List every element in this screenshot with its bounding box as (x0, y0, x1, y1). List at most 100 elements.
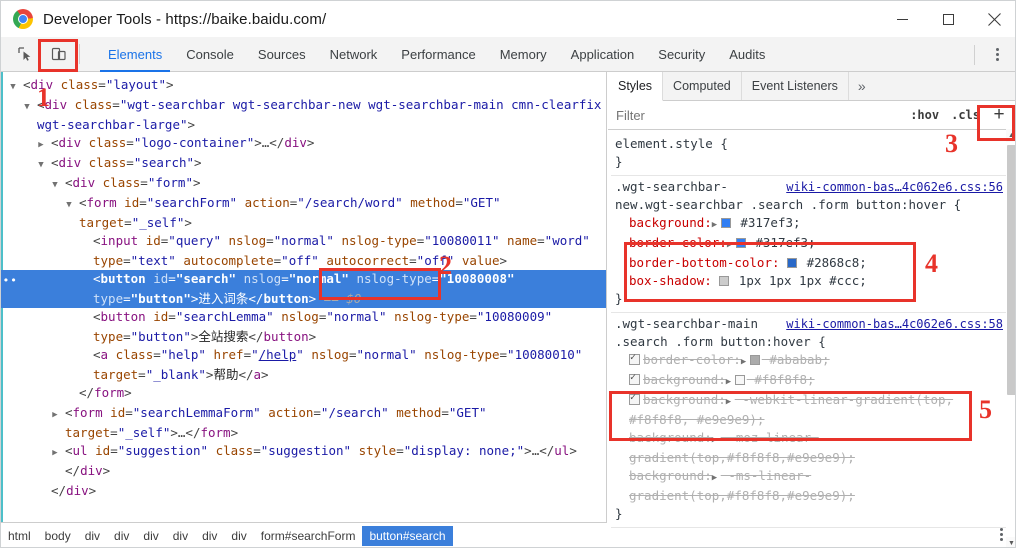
styles-scroll-up-icon[interactable]: ▲ (1006, 129, 1015, 142)
declaration-value[interactable]: #ababab; (762, 352, 829, 367)
breadcrumb-item[interactable]: div (166, 526, 195, 546)
color-swatch[interactable] (787, 258, 798, 268)
declaration-value[interactable]: #317ef3; (733, 215, 800, 230)
declaration-checkbox[interactable] (629, 352, 640, 365)
declaration-name[interactable]: background: (643, 392, 726, 407)
dom-tree-pane[interactable]: ▼ <div class="layout"> ▼ <div class="wgt-se… (1, 72, 607, 522)
dom-node[interactable]: ▼ <div class="search"> (1, 154, 606, 174)
dom-tree-code[interactable]: ▼ <div class="layout"> ▼ <div class="wgt-se… (1, 72, 606, 502)
styles-rules-list[interactable]: element.style {} wiki-common-bas…4c062e6.… (608, 130, 1015, 547)
dom-node[interactable]: ▶ <ul id="suggestion" class="suggestion" … (1, 442, 606, 462)
declaration-checkbox[interactable] (629, 392, 640, 405)
breadcrumb[interactable]: html body div div div div div div form#searchFor… (1, 522, 607, 547)
dom-node[interactable]: ▶</form> (1, 384, 606, 404)
dom-node[interactable]: ▶ <div class="logo-container">…</div> (1, 134, 606, 154)
css-declaration[interactable]: box-shadow: 1px 1px 1px #ccc; (615, 272, 1003, 290)
tab-computed[interactable]: Computed (663, 72, 742, 100)
expand-triangle-icon[interactable]: ▶ (52, 406, 65, 424)
declaration-value[interactable]: #2868c8; (799, 255, 867, 270)
dom-node[interactable]: ▼ <form id="searchForm" action="/search/w… (1, 194, 606, 232)
color-swatch[interactable] (720, 218, 731, 228)
close-button[interactable] (971, 1, 1015, 37)
collapse-triangle-icon[interactable]: ▼ (66, 196, 79, 214)
chevron-double-right-icon[interactable]: » (849, 72, 875, 100)
styles-more-icon[interactable] (1000, 528, 1003, 541)
tab-performance[interactable]: Performance (389, 37, 487, 72)
toggle-device-toolbar-icon[interactable] (45, 40, 73, 68)
styles-scrollbar[interactable]: ▲ ▼ (1006, 129, 1015, 547)
breadcrumb-item[interactable]: div (136, 526, 165, 546)
dom-node[interactable]: ▶</div> (1, 482, 606, 502)
dom-node[interactable]: ▼ <div class="layout"> (1, 76, 606, 96)
tab-application[interactable]: Application (559, 37, 647, 72)
declaration-name[interactable]: background: (629, 430, 712, 445)
css-declaration[interactable]: border-color:▶ #ababab; (615, 351, 1003, 371)
dom-node-selected[interactable]: •••▶<button id="search" nslog="normal" n… (1, 270, 606, 308)
declaration-name[interactable]: border-color: (643, 352, 741, 367)
expand-triangle-icon[interactable]: ▶ (741, 353, 750, 371)
declaration-name[interactable]: border-bottom-color: (629, 255, 780, 270)
declaration-name[interactable]: background: (643, 372, 726, 387)
declaration-name[interactable]: background: (629, 468, 712, 483)
expand-triangle-icon[interactable]: ▶ (712, 431, 721, 449)
css-selector[interactable]: element.style { (615, 135, 1003, 153)
declaration-checkbox[interactable] (629, 372, 640, 385)
css-rule[interactable]: wiki-common-bas…4c062e6.css:56 .wgt-searc… (611, 176, 1015, 313)
breadcrumb-item[interactable]: body (38, 526, 78, 546)
dom-node[interactable]: ▶<button id="searchLemma" nslog="normal"… (1, 308, 606, 346)
dom-node[interactable]: ▶<a class="help" href="/help" nslog="nor… (1, 346, 606, 384)
tab-elements[interactable]: Elements (96, 37, 174, 72)
css-declaration[interactable]: background:▶ -moz-linear-gradient(top,#f… (615, 429, 1003, 467)
dom-node[interactable]: ▼ <div class="wgt-searchbar wgt-searchbar… (1, 96, 606, 134)
color-swatch[interactable] (719, 276, 730, 286)
color-swatch[interactable] (749, 355, 760, 365)
dom-node[interactable]: ▶</div> (1, 462, 606, 482)
breadcrumb-item[interactable]: div (224, 526, 253, 546)
breadcrumb-item[interactable]: form#searchForm (254, 526, 363, 546)
expand-triangle-icon[interactable]: ▶ (712, 469, 721, 487)
css-declaration[interactable]: background:▶ #f8f8f8; (615, 371, 1003, 391)
declaration-value[interactable]: #317ef3; (748, 235, 815, 250)
breadcrumb-item[interactable]: div (78, 526, 107, 546)
tab-memory[interactable]: Memory (488, 37, 559, 72)
filter-input[interactable] (608, 106, 905, 124)
expand-triangle-icon[interactable]: ▶ (726, 373, 735, 391)
cls-toggle-button[interactable]: .cls (945, 106, 986, 124)
tab-audits[interactable]: Audits (717, 37, 777, 72)
css-selector[interactable]: wiki-common-bas…4c062e6.css:58 .wgt-searc… (615, 315, 1003, 351)
declaration-name[interactable]: box-shadow: (629, 273, 712, 288)
css-declaration[interactable]: border-color:▶ #317ef3; (615, 234, 1003, 254)
css-rule[interactable]: element.style {} (611, 133, 1015, 176)
dom-node[interactable]: ▶ <form id="searchLemmaForm" action="/sea… (1, 404, 606, 442)
tab-event-listeners[interactable]: Event Listeners (742, 72, 849, 100)
css-declaration[interactable]: background:▶ -webkit-linear-gradient(top… (615, 391, 1003, 429)
declaration-value[interactable]: #f8f8f8; (747, 372, 814, 387)
expand-triangle-icon[interactable]: ▶ (52, 444, 65, 462)
maximize-button[interactable] (925, 1, 971, 37)
hov-toggle-button[interactable]: :hov (904, 106, 945, 124)
expand-triangle-icon[interactable]: ▶ (712, 216, 721, 234)
css-declaration[interactable]: background:▶ -ms-linear-gradient(top,#f8… (615, 467, 1003, 505)
color-swatch[interactable] (735, 238, 746, 248)
css-declaration[interactable]: background:▶ #317ef3; (615, 214, 1003, 234)
collapse-triangle-icon[interactable]: ▼ (38, 156, 51, 174)
expand-triangle-icon[interactable]: ▶ (38, 136, 51, 154)
collapse-triangle-icon[interactable]: ▼ (52, 176, 65, 194)
breadcrumb-item[interactable]: html (1, 526, 38, 546)
expand-triangle-icon[interactable]: ▶ (726, 393, 735, 411)
plus-icon[interactable]: + (986, 103, 1012, 127)
dom-node[interactable]: ▶<input id="query" nslog="normal" nslog-… (1, 232, 606, 270)
declaration-name[interactable]: background: (629, 215, 712, 230)
css-rule[interactable]: wiki-common-bas…4c062e6.css:58 .wgt-searc… (611, 313, 1015, 528)
more-options-icon[interactable] (985, 37, 1009, 72)
expand-triangle-icon[interactable]: ▶ (727, 236, 736, 254)
inspect-element-icon[interactable] (11, 40, 39, 68)
breadcrumb-item[interactable]: div (195, 526, 224, 546)
breadcrumb-item[interactable]: button#search (362, 525, 453, 546)
collapse-triangle-icon[interactable]: ▼ (24, 98, 37, 116)
minimize-button[interactable] (879, 1, 925, 37)
css-source-link[interactable]: wiki-common-bas…4c062e6.css:56 (786, 178, 1003, 196)
styles-scroll-thumb[interactable] (1007, 145, 1015, 395)
tab-styles[interactable]: Styles (608, 72, 664, 101)
tab-console[interactable]: Console (174, 37, 246, 72)
